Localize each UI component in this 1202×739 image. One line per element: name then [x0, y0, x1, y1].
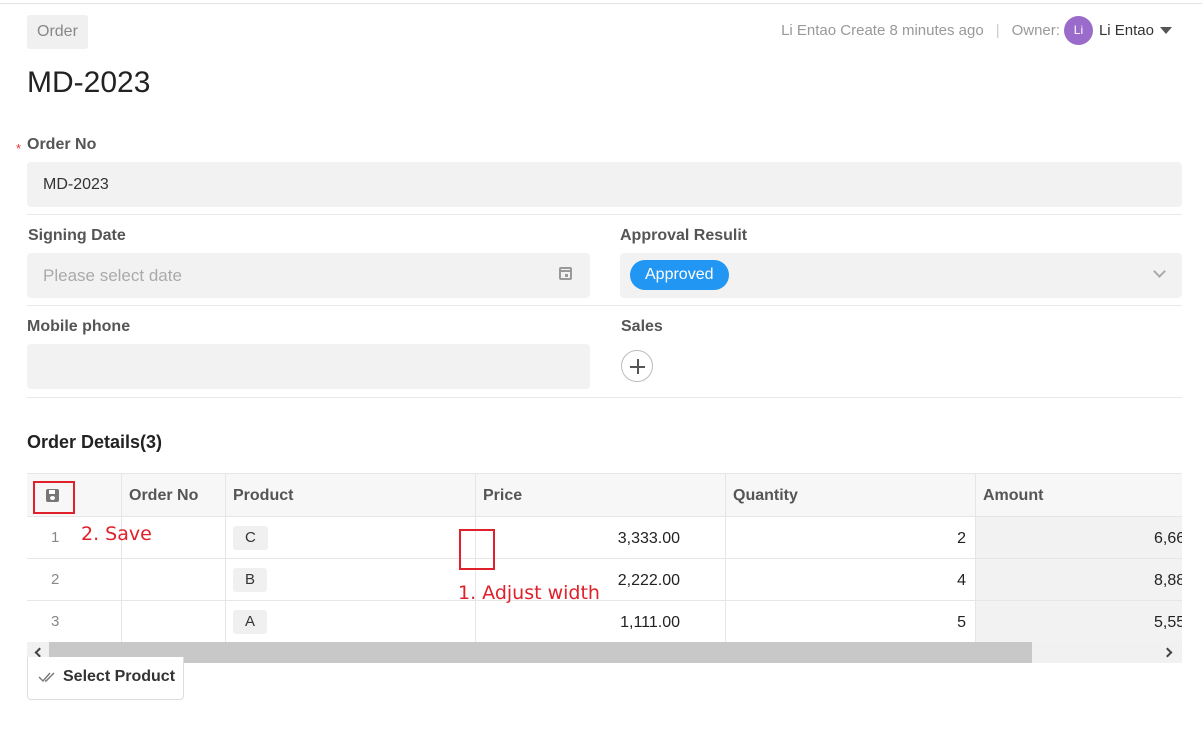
row-index: 3: [27, 601, 122, 642]
column-header-amount[interactable]: Amount: [976, 474, 1182, 516]
quantity-cell[interactable]: 5: [726, 601, 976, 642]
add-sales-button[interactable]: [621, 350, 653, 382]
amount-cell: 6,66: [976, 517, 1182, 558]
owner-avatar[interactable]: Li: [1063, 15, 1093, 45]
page-title: MD-2023: [27, 66, 151, 99]
order-details-title: Order Details(3): [27, 432, 163, 452]
select-product-button[interactable]: Select Product: [27, 657, 184, 700]
owner-dropdown-caret-icon[interactable]: [1160, 26, 1172, 34]
amount-cell: 8,88: [976, 559, 1182, 600]
scroll-right-arrow-icon[interactable]: [1162, 647, 1173, 658]
double-check-icon: [38, 672, 55, 683]
scroll-left-arrow-icon[interactable]: [34, 647, 45, 658]
mobile-phone-field[interactable]: [27, 344, 590, 389]
column-header-product[interactable]: Product: [226, 474, 476, 516]
order-no-value: MD-2023: [43, 176, 109, 193]
quantity-cell[interactable]: 4: [726, 559, 976, 600]
product-tag: C: [233, 526, 268, 550]
record-meta: Li Entao Create 8 minutes ago | Owner: L…: [781, 15, 1172, 45]
order-details-table: Order No Product Price Quantity Amount 1…: [27, 473, 1182, 642]
order-no-label: Order No: [27, 136, 97, 153]
order-no-cell[interactable]: [122, 559, 226, 600]
product-tag: B: [233, 568, 268, 592]
sales-label: Sales: [621, 318, 663, 335]
signing-date-label: Signing Date: [28, 227, 126, 244]
mobile-phone-label: Mobile phone: [27, 318, 131, 335]
product-cell[interactable]: C: [226, 517, 476, 558]
column-header-quantity[interactable]: Quantity: [726, 474, 976, 516]
row-index: 2: [27, 559, 122, 600]
order-no-field[interactable]: MD-2023: [27, 162, 1182, 207]
calendar-icon[interactable]: [559, 267, 572, 280]
quantity-cell[interactable]: 2: [726, 517, 976, 558]
approval-result-label: Approval Resulit: [620, 227, 748, 244]
approval-result-select[interactable]: Approved: [620, 253, 1182, 298]
row-divider: [27, 305, 1182, 306]
price-cell[interactable]: 1,111.00: [476, 601, 726, 642]
table-header-row: Order No Product Price Quantity Amount: [27, 474, 1182, 517]
chevron-down-icon[interactable]: [1153, 265, 1166, 278]
table-row[interactable]: 1 C 3,333.00 2 6,66: [27, 517, 1182, 559]
adjust-width-annotation-box: [459, 529, 495, 570]
save-annotation-label: 2. Save: [81, 523, 152, 545]
order-no-cell[interactable]: [122, 601, 226, 642]
top-divider: [0, 3, 1202, 4]
save-annotation-box: [33, 481, 75, 514]
signing-date-placeholder: Please select date: [43, 266, 182, 285]
meta-separator: |: [995, 21, 1000, 39]
required-mark: *: [16, 141, 22, 156]
row-divider: [27, 214, 1182, 215]
creator-text: Li Entao Create 8 minutes ago: [781, 21, 984, 39]
row-divider: [27, 397, 1182, 398]
signing-date-field[interactable]: Please select date: [27, 253, 590, 298]
adjust-width-annotation-label: 1. Adjust width: [458, 582, 600, 604]
product-tag: A: [233, 610, 268, 634]
amount-cell: 5,55: [976, 601, 1182, 642]
breadcrumb-order[interactable]: Order: [27, 15, 88, 49]
table-row[interactable]: 2 B 2,222.00 4 8,88: [27, 559, 1182, 601]
product-cell[interactable]: A: [226, 601, 476, 642]
approved-status-badge: Approved: [630, 260, 729, 290]
owner-label: Owner:: [1011, 21, 1060, 39]
scrollbar-thumb[interactable]: [49, 642, 1032, 663]
owner-name[interactable]: Li Entao: [1099, 22, 1154, 39]
product-cell[interactable]: B: [226, 559, 476, 600]
column-header-price[interactable]: Price: [476, 474, 726, 516]
column-header-order-no[interactable]: Order No: [122, 474, 226, 516]
table-row[interactable]: 3 A 1,111.00 5 5,55: [27, 601, 1182, 642]
horizontal-scrollbar[interactable]: [27, 642, 1182, 663]
price-cell[interactable]: 3,333.00: [476, 517, 726, 558]
select-product-label: Select Product: [63, 668, 176, 685]
